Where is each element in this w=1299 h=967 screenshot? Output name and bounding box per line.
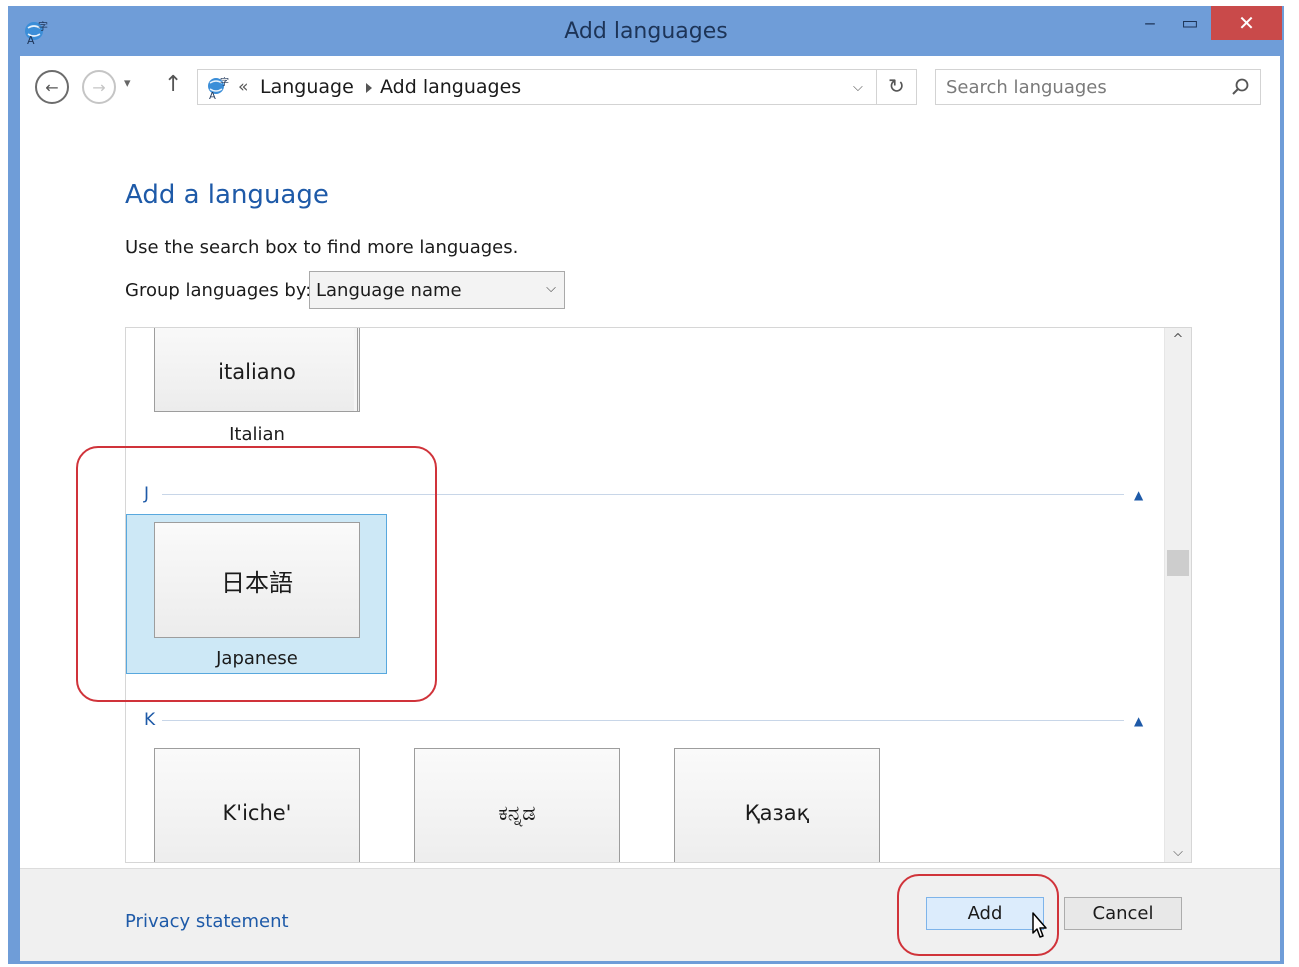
language-label-italian: Italian (229, 424, 285, 445)
tile-stack-edge (354, 328, 358, 412)
forward-button[interactable]: → (82, 70, 116, 104)
group-divider-k (162, 720, 1124, 721)
collapse-group-k-icon[interactable]: ▲ (1134, 714, 1143, 728)
scrollbar-thumb[interactable] (1167, 550, 1189, 576)
close-button[interactable]: ✕ (1211, 6, 1282, 40)
group-by-label: Group languages by: (125, 280, 312, 301)
svg-text:字: 字 (220, 76, 229, 88)
refresh-icon[interactable]: ↻ (888, 74, 905, 98)
back-button[interactable]: ← (35, 70, 69, 104)
language-tile-kannada[interactable]: ಕನ್ನಡ (414, 748, 620, 862)
breadcrumb-overflow-icon[interactable]: « (238, 77, 248, 97)
language-tile-italian[interactable]: italiano (154, 328, 360, 412)
search-icon[interactable] (1230, 77, 1250, 97)
privacy-statement-link[interactable]: Privacy statement (125, 911, 289, 932)
breadcrumb-language[interactable]: Language (260, 76, 354, 98)
address-divider (876, 70, 877, 104)
group-by-select[interactable]: Language name ⌵ (309, 271, 565, 309)
minimize-button[interactable]: ‒ (1132, 6, 1168, 40)
dialog-footer: Privacy statement Add Cancel (20, 868, 1280, 961)
navigation-bar: ← → ▾ ↑ A 字 « Language Add languages ⌵ ↻ (20, 56, 1280, 118)
search-input[interactable]: Search languages (935, 69, 1261, 105)
language-tile-kiche[interactable]: K'iche' (154, 748, 360, 862)
group-divider-j (162, 494, 1124, 495)
cancel-button[interactable]: Cancel (1064, 897, 1182, 930)
breadcrumb-add-languages[interactable]: Add languages (380, 76, 521, 98)
page-title: Add a language (125, 180, 329, 210)
svg-text:A: A (209, 91, 216, 100)
language-tile-kazakh[interactable]: Қазақ (674, 748, 880, 862)
scroll-up-icon[interactable]: ^ (1165, 332, 1191, 347)
page-description: Use the search box to find more language… (125, 237, 519, 258)
recent-locations-icon[interactable]: ▾ (124, 76, 131, 91)
maximize-button[interactable]: ▭ (1170, 6, 1210, 40)
title-bar[interactable]: A 字 Add languages ‒ ▭ ✕ (8, 6, 1284, 56)
group-header-j: J (144, 484, 150, 504)
search-placeholder: Search languages (946, 77, 1107, 98)
group-header-k: K (144, 710, 156, 730)
chevron-down-icon: ⌵ (546, 281, 556, 296)
window-title: Add languages (564, 19, 728, 44)
window-client-area: ← → ▾ ↑ A 字 « Language Add languages ⌵ ↻ (20, 56, 1280, 961)
scroll-down-icon[interactable]: ⌵ (1165, 845, 1191, 860)
breadcrumb-separator-icon[interactable] (366, 83, 372, 93)
add-languages-window: A 字 Add languages ‒ ▭ ✕ ← → ▾ ↑ A 字 « La… (8, 6, 1284, 964)
up-button[interactable]: ↑ (164, 72, 182, 97)
vertical-scrollbar[interactable]: ^ ⌵ (1164, 328, 1191, 862)
language-tile-japanese[interactable]: 日本語 (154, 522, 360, 638)
mouse-cursor-icon (1032, 912, 1047, 938)
language-folder-icon: A 字 (208, 76, 229, 100)
address-history-dropdown-icon[interactable]: ⌵ (853, 80, 863, 95)
collapse-group-j-icon[interactable]: ▲ (1134, 488, 1143, 502)
group-by-value: Language name (316, 280, 462, 301)
address-bar[interactable]: A 字 « Language Add languages ⌵ ↻ (197, 69, 917, 105)
language-list[interactable]: italiano Italian J ▲ 日本語 Japanese K ▲ K'… (125, 327, 1192, 863)
language-label-japanese: Japanese (216, 648, 298, 669)
